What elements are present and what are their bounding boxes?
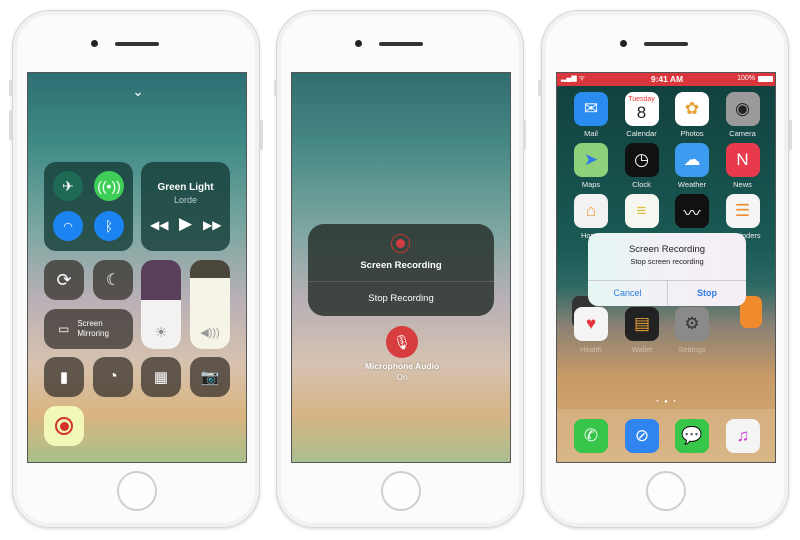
screen-record-button[interactable] xyxy=(44,406,84,446)
record-icon xyxy=(391,234,410,253)
microphone-label: Microphone Audio xyxy=(364,361,440,371)
play-icon[interactable]: ▶ xyxy=(179,214,192,234)
health-label: Health xyxy=(580,345,602,354)
iphone-record-options: Screen Recording Stop Recording 🎙 Microp… xyxy=(276,10,524,528)
sun-icon: ☀ xyxy=(154,324,168,340)
earpiece xyxy=(379,42,423,46)
safari-app-icon[interactable]: ⊘ xyxy=(625,419,659,453)
status-bar: ▂▄▆ ᯤ 9:41 AM 100% xyxy=(557,73,775,86)
alert-title: Screen Recording xyxy=(628,244,706,255)
bluetooth-toggle[interactable]: ᛒ xyxy=(94,211,124,241)
flashlight-button[interactable]: ▮ xyxy=(44,357,84,397)
front-camera xyxy=(355,40,362,47)
settings-app-icon[interactable]: ⚙ xyxy=(675,307,709,341)
mail-app-icon[interactable]: ✉ xyxy=(574,92,608,126)
stop-button[interactable]: Stop xyxy=(668,281,746,306)
settings-label: Settings xyxy=(678,345,706,354)
home-button[interactable] xyxy=(117,471,157,511)
reminders-app-icon[interactable]: ☰ xyxy=(725,194,760,228)
battery-percent: 100% xyxy=(737,75,755,82)
calculator-button[interactable]: ▦ xyxy=(141,357,181,397)
iphone-control-center: ⌄ ✈ ((•)) ◠ ᛒ Green Light Lorde ◀◀ ▶ ▶▶ … xyxy=(12,10,260,528)
airplane-mode-toggle[interactable]: ✈ xyxy=(53,171,83,201)
phone-app-icon[interactable]: ✆ xyxy=(574,419,608,453)
dismiss-chevron-icon[interactable]: ⌄ xyxy=(128,83,148,100)
camera-app-icon[interactable]: ◉ xyxy=(725,92,760,126)
front-camera xyxy=(91,40,98,47)
control-center-screen: ⌄ ✈ ((•)) ◠ ᛒ Green Light Lorde ◀◀ ▶ ▶▶ … xyxy=(27,72,247,463)
alert-message: Stop screen recording xyxy=(630,257,704,266)
popup-title: Screen Recording xyxy=(360,260,442,271)
wallet-label: Wallet xyxy=(631,345,653,354)
do-not-disturb-button[interactable]: ☾ xyxy=(93,260,133,300)
screen-recording-popup: Screen Recording Stop Recording xyxy=(308,224,494,316)
calendar-day: Tuesday xyxy=(628,95,655,103)
song-artist: Lorde xyxy=(173,195,198,205)
screen-mirroring-line1: Screen xyxy=(77,319,103,328)
wifi-toggle[interactable]: ◠ xyxy=(53,211,83,241)
home-button[interactable] xyxy=(381,471,421,511)
stop-recording-alert: Screen Recording Stop screen recording C… xyxy=(588,233,746,306)
camera-button[interactable]: 📷 xyxy=(190,357,230,397)
screen-mirroring-line2: Mirroring xyxy=(77,329,109,338)
app-label: Clock xyxy=(632,180,651,189)
home-button[interactable] xyxy=(646,471,686,511)
app-label: Home xyxy=(580,231,601,240)
wallet-app-icon[interactable]: ▤ xyxy=(625,307,659,341)
timer-button[interactable]: ◔ xyxy=(93,357,133,397)
earpiece xyxy=(644,42,688,46)
cellular-data-toggle[interactable]: ((•)) xyxy=(94,171,124,201)
news-app-icon[interactable]: N xyxy=(725,143,760,177)
app-label: Calendar xyxy=(626,129,657,138)
rotation-lock-button[interactable]: ⟳ xyxy=(44,260,84,300)
messages-app-icon[interactable]: 💬 xyxy=(675,419,709,453)
cancel-button[interactable]: Cancel xyxy=(588,281,667,306)
home-app-icon[interactable]: ⌂ xyxy=(574,194,608,228)
app-label: Maps xyxy=(581,180,601,189)
volume-slider[interactable]: ◀))) xyxy=(190,260,230,349)
iphone-home-screen: ▂▄▆ ᯤ 9:41 AM 100% ♥ Health ▤ Wallet ⚙ S… xyxy=(541,10,789,528)
microphone-state: On xyxy=(396,372,408,382)
page-indicator: • ● • xyxy=(656,399,678,405)
clock-app-icon[interactable]: ◷ xyxy=(624,143,659,177)
stocks-app-icon[interactable]: 〰 xyxy=(675,194,709,228)
notes-app-icon[interactable]: ≡ xyxy=(624,194,659,228)
microphone-icon: 🎙 xyxy=(393,334,411,350)
health-app-icon[interactable]: ♥ xyxy=(574,307,608,341)
weather-app-icon[interactable]: ☁ xyxy=(675,143,709,177)
app-label: Reminders xyxy=(724,231,761,240)
app-label: Camera xyxy=(729,129,756,138)
microphone-toggle[interactable]: 🎙 xyxy=(386,326,418,358)
screen-mirroring-button[interactable]: ▭ Screen Mirroring xyxy=(44,309,133,349)
music-panel: Green Light Lorde ◀◀ ▶ ▶▶ xyxy=(141,162,230,251)
battery-icon xyxy=(758,76,773,82)
calendar-app-icon[interactable]: Tuesday 8 xyxy=(624,92,659,126)
app-label: Photos xyxy=(680,129,704,138)
music-app-icon[interactable]: ♫ xyxy=(726,419,760,453)
front-camera xyxy=(620,40,627,47)
app-label: News xyxy=(733,180,752,189)
record-icon xyxy=(55,417,73,435)
rewind-icon[interactable]: ◀◀ xyxy=(150,218,168,232)
app-label: Mail xyxy=(584,129,598,138)
stop-recording-button[interactable]: Stop Recording xyxy=(308,282,494,316)
home-screen: ▂▄▆ ᯤ 9:41 AM 100% ♥ Health ▤ Wallet ⚙ S… xyxy=(556,72,776,463)
speaker-icon: ◀))) xyxy=(200,327,220,339)
airplay-icon: ▭ xyxy=(58,322,70,336)
photos-app-icon[interactable]: ✿ xyxy=(675,92,709,126)
calendar-date: 8 xyxy=(636,102,647,122)
record-options-screen: Screen Recording Stop Recording 🎙 Microp… xyxy=(291,72,511,463)
app-label: Weather xyxy=(677,180,707,189)
brightness-slider[interactable]: ☀ xyxy=(141,260,181,349)
fast-forward-icon[interactable]: ▶▶ xyxy=(203,218,221,232)
song-title: Green Light xyxy=(157,182,214,193)
earpiece xyxy=(115,42,159,46)
maps-app-icon[interactable]: ➤ xyxy=(574,143,608,177)
